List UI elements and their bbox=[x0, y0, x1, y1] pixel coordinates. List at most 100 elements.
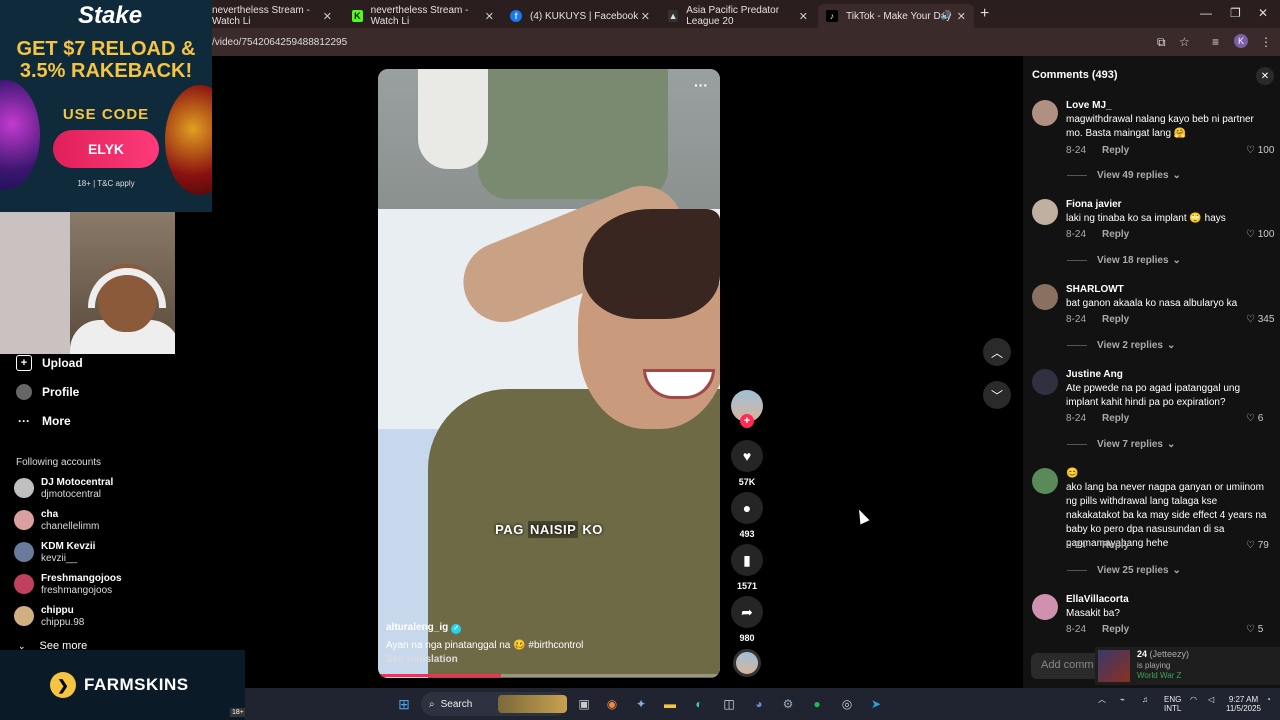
reply-button[interactable]: Reply bbox=[1102, 540, 1129, 551]
new-tab-icon[interactable]: + bbox=[980, 5, 989, 23]
minimize-icon[interactable]: — bbox=[1200, 6, 1212, 20]
share-arrow-icon[interactable]: ➦ bbox=[731, 596, 763, 628]
browser-tab-2[interactable]: K nevertheless Stream - Watch Li ✕ bbox=[344, 4, 502, 28]
close-window-icon[interactable]: ✕ bbox=[1258, 6, 1268, 20]
close-tab-icon[interactable]: ✕ bbox=[641, 10, 650, 23]
view-replies-button[interactable]: View 7 replies ⌄ bbox=[1067, 439, 1175, 450]
video-more-icon[interactable]: ··· bbox=[694, 77, 708, 93]
obs-icon[interactable]: ◎ bbox=[838, 695, 856, 713]
comment-author[interactable]: Fiona javier bbox=[1066, 199, 1122, 210]
view-replies-button[interactable]: View 49 replies ⌄ bbox=[1067, 170, 1181, 181]
task-view-icon[interactable]: ▣ bbox=[575, 695, 593, 713]
avatar[interactable] bbox=[1032, 468, 1058, 494]
spotify-icon[interactable]: ● bbox=[808, 695, 826, 713]
notification-bell-icon[interactable]: ◔ bbox=[1266, 695, 1271, 704]
close-icon[interactable]: ✕ bbox=[1256, 67, 1274, 85]
menu-dots-icon[interactable]: ⋮ bbox=[1260, 35, 1272, 49]
view-replies-button[interactable]: View 18 replies ⌄ bbox=[1067, 255, 1181, 266]
ad-code-button[interactable]: ELYK bbox=[53, 130, 159, 168]
microphone-icon[interactable]: ♫ bbox=[1142, 695, 1148, 704]
following-account[interactable]: chippu chippu.98 bbox=[14, 605, 84, 629]
taskbar-search[interactable]: ⌕ Search bbox=[421, 692, 567, 716]
stake-ad[interactable]: Stake GET $7 RELOAD & 3.5% RAKEBACK! USE… bbox=[0, 0, 212, 212]
view-replies-button[interactable]: View 25 replies ⌄ bbox=[1067, 565, 1181, 576]
comment-author[interactable]: SHARLOWT bbox=[1066, 284, 1124, 295]
url-text[interactable]: /video/7542064259488812295 bbox=[212, 37, 347, 48]
browser-tab-1[interactable]: nevertheless Stream - Watch Li ✕ bbox=[204, 4, 340, 28]
comment-author[interactable]: 😊 bbox=[1066, 468, 1078, 479]
comment-author[interactable]: Justine Ang bbox=[1066, 369, 1123, 380]
following-account[interactable]: KDM Kevzii kevzii__ bbox=[14, 541, 95, 565]
close-tab-icon[interactable]: ✕ bbox=[957, 10, 966, 23]
bookmark-star-icon[interactable]: ☆ bbox=[1179, 35, 1190, 49]
avatar[interactable] bbox=[1032, 594, 1058, 620]
speaker-icon[interactable]: 🔊 bbox=[941, 10, 952, 21]
see-translation-link[interactable]: See translation bbox=[386, 654, 458, 665]
reply-button[interactable]: Reply bbox=[1102, 229, 1129, 240]
windows-start-icon[interactable]: ⊞ bbox=[395, 695, 413, 713]
video-username[interactable]: alturaleng_ig ✓ bbox=[386, 622, 462, 634]
avatar[interactable] bbox=[1032, 284, 1058, 310]
copilot-icon[interactable]: ✦ bbox=[632, 695, 650, 713]
following-account[interactable]: DJ Motocentral djmotocentral bbox=[14, 477, 113, 501]
comment-like[interactable]: ♡ 100 bbox=[1246, 229, 1274, 240]
tray-chevron-icon[interactable]: ︿ bbox=[1098, 695, 1106, 704]
avatar[interactable] bbox=[1032, 100, 1058, 126]
profile-avatar[interactable]: K bbox=[1234, 34, 1248, 48]
farmskins-ad[interactable]: ❯ FARMSKINS 18+ bbox=[0, 650, 245, 720]
install-icon[interactable]: ⧉ bbox=[1157, 35, 1166, 50]
store-icon[interactable]: ◫ bbox=[720, 695, 738, 713]
discord-icon[interactable]: ◕ bbox=[750, 695, 768, 713]
chevron-down-icon[interactable]: ﹀ bbox=[983, 381, 1011, 409]
browser-tab-4[interactable]: ▲ Asia Pacific Predator League 20 ✕ bbox=[660, 4, 816, 28]
comment-like[interactable]: ♡ 5 bbox=[1246, 624, 1263, 635]
view-replies-button[interactable]: View 2 replies ⌄ bbox=[1067, 340, 1175, 351]
clock[interactable]: 9:27 AM 11/5/2025 bbox=[1226, 695, 1261, 713]
avatar[interactable] bbox=[1032, 199, 1058, 225]
close-tab-icon[interactable]: ✕ bbox=[485, 10, 494, 23]
chrome-icon[interactable]: ◉ bbox=[603, 695, 621, 713]
comment-author[interactable]: EllaVillacorta bbox=[1066, 594, 1129, 605]
save-action[interactable]: ▮ 1571 bbox=[731, 544, 763, 591]
sidebar-item-upload[interactable]: + Upload bbox=[16, 355, 83, 371]
file-explorer-icon[interactable]: ▬ bbox=[661, 695, 679, 713]
avatar[interactable] bbox=[1032, 369, 1058, 395]
steam-icon[interactable]: ⚙ bbox=[779, 695, 797, 713]
network-icon[interactable]: ⌁ bbox=[1120, 695, 1125, 704]
sidebar-item-more[interactable]: ··· More bbox=[16, 413, 71, 429]
wifi-icon[interactable]: ◠ bbox=[1190, 695, 1197, 704]
following-account[interactable]: cha chanellelimm bbox=[14, 509, 99, 533]
comment-like[interactable]: ♡ 345 bbox=[1246, 314, 1274, 325]
reply-button[interactable]: Reply bbox=[1102, 145, 1129, 156]
reply-button[interactable]: Reply bbox=[1102, 413, 1129, 424]
video-progress-bar[interactable] bbox=[378, 674, 720, 677]
close-tab-icon[interactable]: ✕ bbox=[323, 10, 332, 23]
comment-author[interactable]: Love MJ_ bbox=[1066, 100, 1112, 111]
close-tab-icon[interactable]: ✕ bbox=[799, 10, 808, 23]
comment-like[interactable]: ♡ 6 bbox=[1246, 413, 1263, 424]
reply-button[interactable]: Reply bbox=[1102, 624, 1129, 635]
comment-icon[interactable]: ● bbox=[731, 492, 763, 524]
comment-action[interactable]: ● 493 bbox=[731, 492, 763, 539]
comment-like[interactable]: ♡ 100 bbox=[1246, 145, 1274, 156]
follow-plus-icon[interactable]: + bbox=[740, 414, 754, 428]
music-disc-icon[interactable] bbox=[733, 649, 761, 677]
bookmark-icon[interactable]: ▮ bbox=[731, 544, 763, 576]
heart-icon[interactable]: ♥ bbox=[731, 440, 763, 472]
share-action[interactable]: ➦ 980 bbox=[731, 596, 763, 643]
chevron-up-icon[interactable]: ︿ bbox=[983, 338, 1011, 366]
restore-icon[interactable]: ❐ bbox=[1230, 6, 1241, 20]
media-control-icon[interactable]: ≡ bbox=[1212, 35, 1219, 49]
volume-icon[interactable]: ◁ bbox=[1208, 695, 1214, 704]
video-player[interactable]: ··· PAG NAISIP KO alturaleng_ig ✓ Ayan na… bbox=[378, 69, 720, 678]
language-indicator[interactable]: ENG INTL bbox=[1164, 695, 1181, 713]
browser-tab-tiktok[interactable]: ♪ TikTok - Make Your Day 🔊 ✕ bbox=[818, 4, 974, 28]
sidebar-item-profile[interactable]: Profile bbox=[16, 384, 79, 400]
like-action[interactable]: ♥ 57K bbox=[731, 440, 763, 487]
reply-button[interactable]: Reply bbox=[1102, 314, 1129, 325]
telegram-icon[interactable]: ➤ bbox=[867, 695, 885, 713]
browser-tab-3[interactable]: f (4) KUKUYS | Facebook ✕ bbox=[502, 4, 658, 28]
following-account[interactable]: Freshmangojoos freshmangojoos bbox=[14, 573, 122, 597]
edge-icon[interactable]: ◐ bbox=[690, 695, 708, 713]
comment-like[interactable]: ♡ 79 bbox=[1246, 540, 1269, 551]
